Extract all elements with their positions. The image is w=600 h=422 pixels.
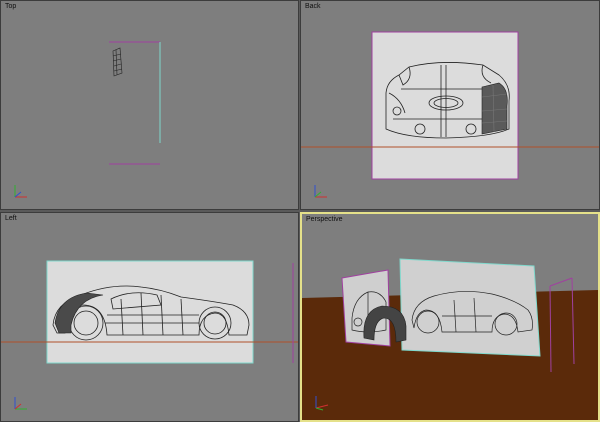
wheel-arch-top-mesh (112, 47, 123, 77)
perspective-view-scene (302, 258, 598, 420)
axis-gizmo-perspective (315, 396, 329, 411)
viewport-back[interactable]: Back (300, 0, 600, 210)
blueprint-plane-left (46, 260, 254, 364)
top-view-scene (109, 41, 161, 165)
axis-gizmo-left (14, 397, 27, 410)
viewport-label-left[interactable]: Left (5, 215, 17, 222)
left-view-scene (1, 260, 298, 364)
wheel-arch-back-shaded (481, 82, 508, 135)
viewport-label-perspective[interactable]: Perspective (306, 216, 343, 223)
back-view-scene (301, 31, 599, 180)
viewport-perspective[interactable]: Perspective (300, 212, 600, 422)
viewport-left[interactable]: Left (0, 212, 299, 422)
viewport-label-back[interactable]: Back (305, 3, 321, 10)
axis-gizmo-back (314, 185, 327, 198)
blueprint-plane-side (399, 258, 541, 357)
viewport-label-top[interactable]: Top (5, 3, 16, 10)
viewport-top[interactable]: Top (0, 0, 299, 210)
axis-gizmo-top (14, 185, 27, 198)
